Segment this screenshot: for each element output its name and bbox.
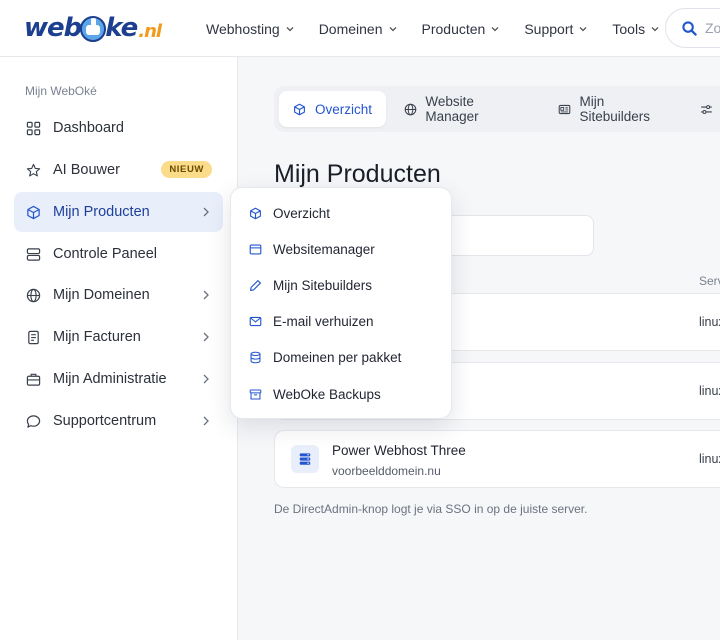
globe-icon xyxy=(404,102,417,116)
submenu-item-label: Mijn Sitebuilders xyxy=(273,278,373,293)
submenu-item-domeinen-per-pakket[interactable]: Domeinen per pakket xyxy=(249,350,401,365)
chevron-right-icon xyxy=(203,290,209,300)
cube-icon xyxy=(25,204,41,220)
product-row[interactable]: Power Webhost Three voorbeelddomein.nu l… xyxy=(274,430,720,488)
chevron-down-icon xyxy=(579,26,587,31)
sidebar-item-label: Mijn Domeinen xyxy=(53,287,150,303)
nav-label: Domeinen xyxy=(318,20,383,37)
archive-icon xyxy=(249,388,263,402)
tab-overzicht[interactable]: Overzicht xyxy=(279,91,387,127)
sso-note: De DirectAdmin-knop logt je via SSO in o… xyxy=(274,502,588,516)
search-icon xyxy=(682,20,697,36)
product-domain: voorbeelddomein.nu xyxy=(332,464,441,478)
chevron-right-icon xyxy=(203,332,209,342)
star-icon xyxy=(25,162,41,178)
sidebar-item-mijn-domeinen[interactable]: Mijn Domeinen xyxy=(14,275,223,315)
server-stack-icon xyxy=(291,445,319,473)
sidebar-item-label: Supportcentrum xyxy=(53,413,157,429)
server-icon xyxy=(25,246,41,262)
nav-label: Support xyxy=(524,20,574,37)
pencil-icon xyxy=(249,279,263,293)
nav-label: Producten xyxy=(421,20,486,37)
page-title: Mijn Producten xyxy=(274,160,441,188)
submenu-item-label: E-mail verhuizen xyxy=(273,314,374,329)
sidebar-item-label: Mijn Producten xyxy=(53,204,150,220)
cube-icon xyxy=(249,207,263,221)
submenu-item-label: Domeinen per pakket xyxy=(273,350,402,365)
browser-icon xyxy=(249,243,263,257)
tab-label: Overzicht xyxy=(315,101,373,117)
tab-more[interactable] xyxy=(692,91,720,127)
nav-webhosting[interactable]: Webhosting xyxy=(206,21,294,37)
nav-domeinen[interactable]: Domeinen xyxy=(319,21,397,37)
product-server: linux xyxy=(699,452,720,466)
sliders-icon xyxy=(700,102,714,116)
chat-icon xyxy=(25,413,41,429)
tab-mijn-sitebuilders[interactable]: Mijn Sitebuilders xyxy=(544,91,688,127)
nav-tools[interactable]: Tools xyxy=(612,21,659,37)
product-tabs: Overzicht Website Manager Mijn Sitebuild… xyxy=(274,86,720,132)
receipt-icon xyxy=(25,329,41,345)
search-placeholder: Zo xyxy=(705,20,720,36)
sidebar-title: Mijn WebOké xyxy=(25,84,97,98)
producten-submenu: Overzicht Websitemanager Mijn Sitebuilde… xyxy=(230,187,452,419)
sidebar-item-label: Mijn Facturen xyxy=(53,329,141,345)
search-input[interactable]: Zo xyxy=(665,8,720,48)
logo-text-web: web xyxy=(24,13,82,43)
submenu-item-label: Websitemanager xyxy=(273,242,375,257)
chevron-down-icon xyxy=(491,26,499,31)
mail-icon xyxy=(249,315,263,329)
nav-label: Tools xyxy=(612,20,646,37)
submenu-item-websitemanager[interactable]: Websitemanager xyxy=(249,242,375,257)
submenu-item-label: Overzicht xyxy=(273,206,331,221)
sidebar-item-controle-paneel[interactable]: Controle Paneel xyxy=(14,234,223,274)
globe-icon xyxy=(25,287,41,303)
submenu-item-mijn-sitebuilders[interactable]: Mijn Sitebuilders xyxy=(249,278,372,293)
database-icon xyxy=(249,351,263,365)
chevron-right-icon xyxy=(203,207,209,217)
product-server: linux xyxy=(699,315,720,329)
briefcase-icon xyxy=(25,371,41,387)
sidebar-item-label: Mijn Administratie xyxy=(53,371,167,387)
tab-label: Website Manager xyxy=(425,94,479,124)
sidebar: Mijn WebOké Dashboard AI Bouwer NIEUW Mi… xyxy=(0,57,238,640)
column-header-server: Serv xyxy=(699,274,720,288)
thumbs-up-logo-icon xyxy=(80,16,107,42)
product-server: linux xyxy=(699,384,720,398)
nav-label: Webhosting xyxy=(206,20,280,37)
submenu-item-overzicht[interactable]: Overzicht xyxy=(249,206,330,221)
sidebar-item-supportcentrum[interactable]: Supportcentrum xyxy=(14,401,223,441)
submenu-item-weboke-backups[interactable]: WebOke Backups xyxy=(249,387,381,402)
tab-label: Mijn Sitebuilders xyxy=(579,94,651,124)
chevron-down-icon xyxy=(286,26,294,31)
main-nav: Webhosting Domeinen Producten Support To… xyxy=(206,0,684,57)
nav-support[interactable]: Support xyxy=(524,21,587,37)
submenu-item-label: WebOke Backups xyxy=(273,387,381,402)
webokee-logo[interactable]: web ke .nl xyxy=(24,12,162,44)
sidebar-item-mijn-producten[interactable]: Mijn Producten xyxy=(14,192,223,232)
grid-icon xyxy=(25,120,41,136)
product-name: Power Webhost Three xyxy=(332,443,466,458)
new-badge: NIEUW xyxy=(161,161,212,178)
logo-text-ke: ke xyxy=(105,13,138,43)
sidebar-item-label: Controle Paneel xyxy=(53,246,157,262)
logo-tld: .nl xyxy=(138,20,162,42)
nav-producten[interactable]: Producten xyxy=(422,21,500,37)
tab-website-manager[interactable]: Website Manager xyxy=(390,91,540,127)
sidebar-item-label: AI Bouwer xyxy=(53,162,120,178)
submenu-item-email-verhuizen[interactable]: E-mail verhuizen xyxy=(249,314,374,329)
sidebar-item-dashboard[interactable]: Dashboard xyxy=(14,108,223,148)
chevron-right-icon xyxy=(203,416,209,426)
chevron-down-icon xyxy=(651,26,659,31)
sidebar-item-ai-bouwer[interactable]: AI Bouwer NIEUW xyxy=(14,150,223,190)
id-card-icon xyxy=(558,102,571,116)
top-bar: web ke .nl Webhosting Domeinen Producten… xyxy=(0,0,720,57)
cube-icon xyxy=(293,102,307,116)
chevron-right-icon xyxy=(203,374,209,384)
sidebar-item-mijn-administratie[interactable]: Mijn Administratie xyxy=(14,359,223,399)
chevron-down-icon xyxy=(389,26,396,31)
sidebar-item-label: Dashboard xyxy=(53,120,124,136)
sidebar-item-mijn-facturen[interactable]: Mijn Facturen xyxy=(14,317,223,357)
